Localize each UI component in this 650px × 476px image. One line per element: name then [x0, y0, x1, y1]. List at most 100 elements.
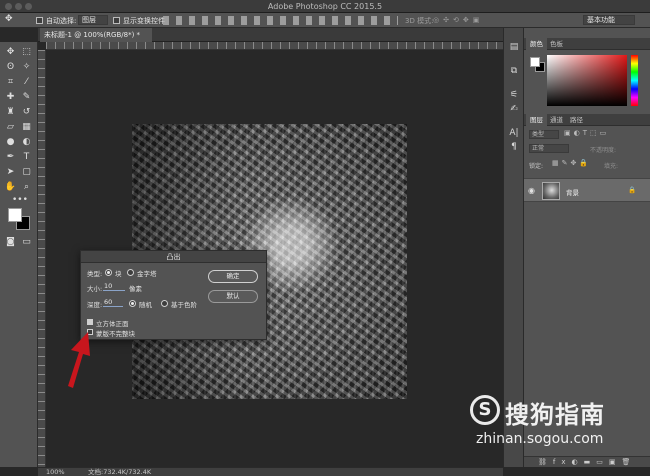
size-input[interactable]: 10 [103, 282, 125, 291]
type-icon[interactable]: T [20, 151, 33, 163]
crop-icon[interactable]: ⌗ [4, 76, 17, 88]
more-tools-icon[interactable]: ••• [12, 194, 28, 206]
auto-select-checkbox[interactable] [36, 17, 43, 24]
dialog-title: 凸出 [81, 251, 266, 263]
watermark-name: 搜狗指南 [505, 401, 605, 429]
tab-channels[interactable]: 通道 [546, 114, 567, 126]
status-bar: 100% 文档:732.4K/732.4K [38, 467, 503, 476]
magic-wand-icon[interactable]: ✧ [20, 61, 33, 73]
size-label: 大小: [87, 285, 103, 293]
depth-level-label: 基于色阶 [171, 301, 197, 309]
tools-panel: ✥ ⬚ ʘ ✧ ⌗ ⁄ ✚ ✎ ♜ ↺ ▱ ▦ ● ◐ ✒ T ➤ ▢ ✋ ⌕ … [0, 42, 38, 467]
hand-icon[interactable]: ✋ [4, 181, 17, 193]
panel-foreground-swatch[interactable] [530, 57, 540, 67]
tab-color[interactable]: 颜色 [526, 38, 547, 50]
layer-filter-icons[interactable]: ▣◐T⬚▭ [564, 129, 609, 137]
workspace-dropdown[interactable]: 基本功能 [583, 15, 635, 25]
tab-paths[interactable]: 路径 [566, 114, 587, 126]
move-icon[interactable]: ✥ [4, 46, 17, 58]
watermark-url: zhinan.sogou.com [476, 431, 604, 447]
color-panel-tabs: 颜色 色板 [524, 38, 650, 50]
depth-label: 深度: [87, 301, 103, 309]
solid-front-checkbox[interactable] [87, 319, 93, 325]
paragraph-panel-icon[interactable]: ¶ [508, 142, 520, 153]
document-size: 文档:732.4K/732.4K [88, 468, 152, 476]
history-brush-icon[interactable]: ↺ [20, 106, 33, 118]
zoom-level[interactable]: 100% [46, 468, 65, 476]
depth-random-label: 随机 [139, 301, 152, 309]
show-transform-label: 显示变换控件 [123, 17, 165, 25]
layer-thumbnail [542, 182, 560, 200]
hue-slider[interactable] [631, 55, 638, 106]
type-pyramid-radio[interactable] [127, 269, 134, 276]
dodge-icon[interactable]: ◐ [20, 136, 33, 148]
history-panel-icon[interactable]: ▤ [508, 42, 520, 53]
depth-input[interactable]: 60 [103, 298, 123, 307]
depth-level-radio[interactable] [161, 300, 168, 307]
tab-swatches[interactable]: 色板 [546, 38, 567, 50]
vertical-ruler[interactable] [38, 50, 46, 467]
document-tab-bar: 未标题-1 @ 100%(RGB/8*) * [38, 28, 503, 42]
photoshop-window: Adobe Photoshop CC 2015.5 ✥ 自动选择: 图层 显示变… [0, 0, 650, 476]
brush-settings-panel-icon[interactable]: ✍ [508, 104, 520, 115]
solid-front-label: 立方体正面 [96, 320, 129, 328]
layer-kind-filter[interactable]: 类型 [529, 130, 559, 139]
clone-stamp-icon[interactable]: ♜ [4, 106, 17, 118]
eye-icon[interactable]: ◉ [528, 186, 535, 195]
auto-select-dropdown[interactable]: 图层 [78, 15, 108, 25]
properties-panel-icon[interactable]: ⧉ [508, 66, 520, 77]
shape-icon[interactable]: ▢ [20, 166, 33, 178]
size-unit-label: 像素 [129, 285, 142, 293]
layers-footer: ⛓fx◐▬▭▣🗑 [524, 456, 650, 467]
red-arrow-annotation [68, 332, 90, 388]
align-distribute-icons[interactable] [163, 16, 398, 25]
watermark-logo-icon: S [470, 395, 500, 425]
opacity-label: 不透明度: [590, 147, 617, 154]
layer-action-icons[interactable]: ⛓fx◐▬▭▣🗑 [538, 458, 636, 466]
marquee-icon[interactable]: ⬚ [20, 46, 33, 58]
layer-row[interactable]: ◉ 背景 🔒 [524, 178, 650, 202]
screen-mode-icon[interactable]: ▭ [20, 236, 33, 248]
layers-panel-tabs: 图层 通道 路径 [524, 114, 650, 126]
horizontal-ruler[interactable] [46, 42, 503, 50]
quick-mask-icon[interactable]: ◙ [4, 236, 17, 248]
extrude-dialog: 凸出 类型: 块 金字塔 大小: 10 像素 深度: 60 随机 基于色阶 立方… [80, 250, 267, 340]
options-bar: ✥ 自动选择: 图层 显示变换控件 3D 模式: ◎✣⟲✥▣ 基本功能 [0, 13, 650, 28]
move-tool-preset-icon[interactable]: ✥ [5, 14, 13, 24]
3d-mode-icons[interactable]: ◎✣⟲✥▣ [433, 16, 483, 24]
document-tab[interactable]: 未标题-1 @ 100%(RGB/8*) * [40, 28, 152, 42]
adjustments-panel-icon[interactable]: ⚟ [508, 90, 520, 101]
character-panel-icon[interactable]: A| [508, 128, 520, 139]
3d-mode-label: 3D 模式: [405, 17, 434, 25]
blur-icon[interactable]: ● [4, 136, 17, 148]
color-spectrum[interactable] [547, 55, 627, 106]
tab-layers[interactable]: 图层 [526, 114, 547, 126]
lasso-icon[interactable]: ʘ [4, 61, 17, 73]
lock-label: 锁定: [529, 163, 544, 170]
type-pyramid-label: 金字塔 [137, 270, 157, 278]
depth-random-radio[interactable] [129, 300, 136, 307]
pen-icon[interactable]: ✒ [4, 151, 17, 163]
arrow-shape [68, 332, 90, 388]
brush-icon[interactable]: ✎ [20, 91, 33, 103]
watermark: S 搜狗指南 zhinan.sogou.com [470, 393, 640, 453]
foreground-color-swatch[interactable] [8, 208, 22, 222]
ok-button[interactable]: 确定 [208, 270, 258, 283]
type-block-label: 块 [115, 270, 122, 278]
type-label: 类型: [87, 270, 103, 278]
default-button[interactable]: 默认 [208, 290, 258, 303]
zoom-icon[interactable]: ⌕ [20, 181, 33, 193]
auto-select-label: 自动选择: [46, 17, 77, 25]
show-transform-checkbox[interactable] [113, 17, 120, 24]
lock-icons[interactable]: ▦✎✥🔒 [552, 159, 591, 167]
gradient-icon[interactable]: ▦ [20, 121, 33, 133]
title-bar: Adobe Photoshop CC 2015.5 [0, 0, 650, 13]
eraser-icon[interactable]: ▱ [4, 121, 17, 133]
healing-brush-icon[interactable]: ✚ [4, 91, 17, 103]
path-select-icon[interactable]: ➤ [4, 166, 17, 178]
type-block-radio[interactable] [105, 269, 112, 276]
layer-name: 背景 [566, 189, 579, 197]
eyedropper-icon[interactable]: ⁄ [20, 76, 33, 88]
blend-mode-dropdown[interactable]: 正常 [529, 144, 569, 153]
fill-label: 填充: [604, 163, 619, 170]
